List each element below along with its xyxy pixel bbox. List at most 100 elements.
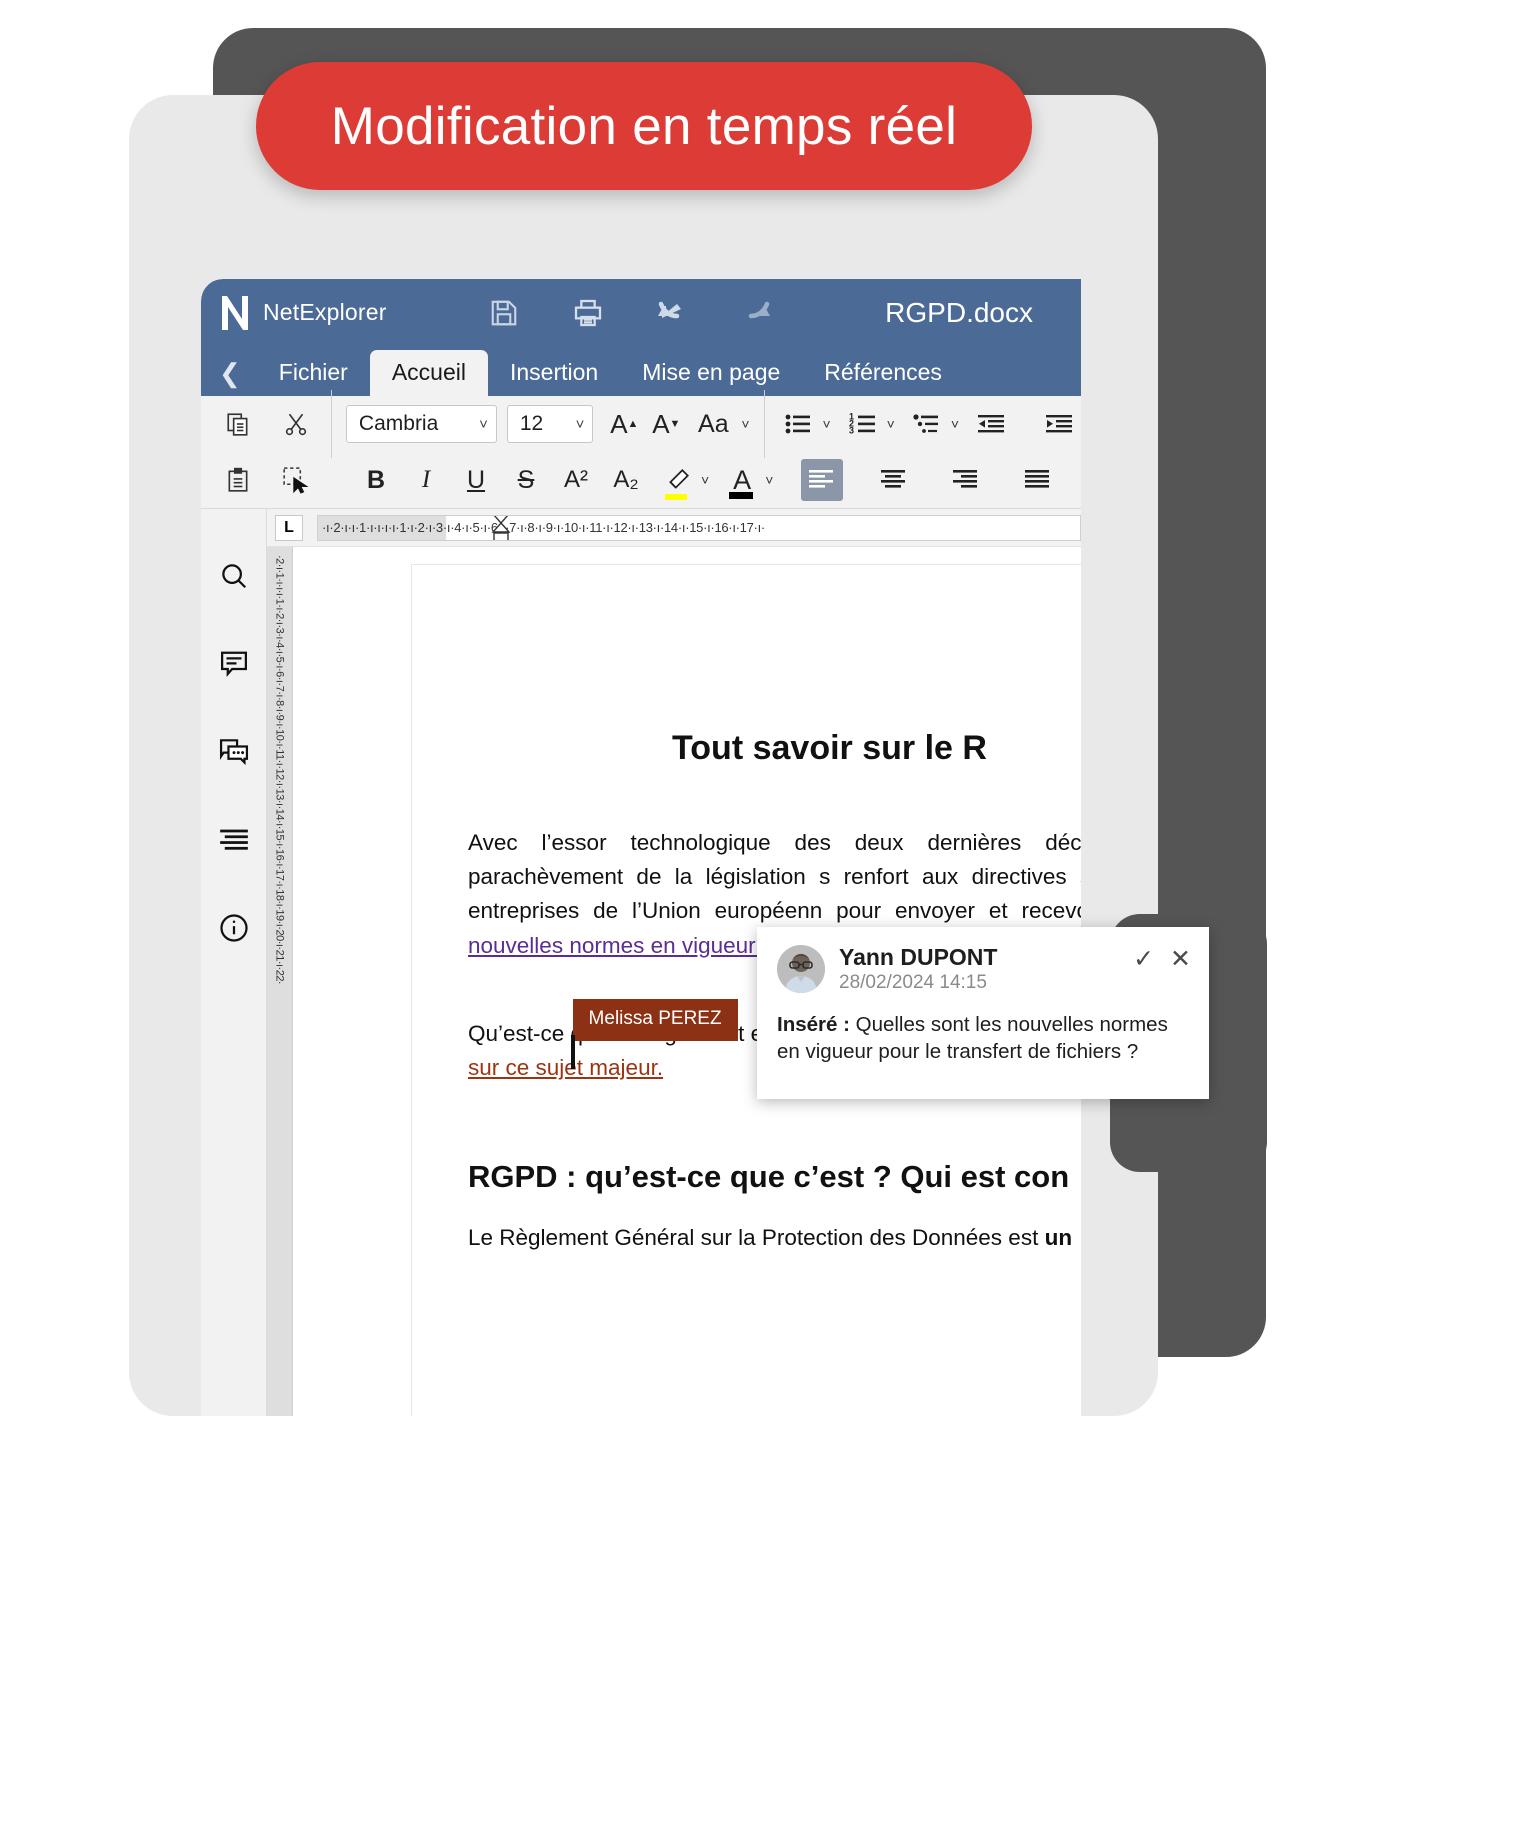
chevron-down-icon: ˅: [479, 415, 488, 433]
align-left-button[interactable]: [801, 459, 844, 501]
screenshot-root: Modification en temps réel NetExplorer R…: [0, 0, 1513, 1846]
ribbon-row-top: Cambria ˅ 12 ˅ A ▲ A ▼ Aa ˅ ˅ 1 2 3 ˅ ˅: [201, 390, 1081, 458]
tab-insertion[interactable]: Insertion: [488, 350, 620, 396]
deleted-text-run: sur ce sujet majeur.: [468, 1054, 664, 1080]
comment-body-label: Inséré :: [777, 1012, 850, 1036]
feature-badge: Modification en temps réel: [256, 62, 1032, 190]
document-paragraph-3: Le Règlement Général sur la Protection d…: [468, 1225, 1081, 1251]
left-sidebar: [201, 509, 267, 1416]
ribbon-divider: [763, 390, 765, 458]
justify-button[interactable]: [1017, 459, 1059, 501]
change-case-icon[interactable]: Aa: [687, 403, 739, 445]
font-family-value: Cambria: [358, 412, 439, 435]
grow-font-label: A: [610, 409, 628, 439]
netexplorer-logo-icon: [219, 294, 251, 332]
text-lines-icon[interactable]: [215, 821, 253, 859]
comment-popup: Yann DUPONT 28/02/2024 14:15 ✓ ✕ Inséré …: [757, 927, 1209, 1099]
format-painter-icon[interactable]: [275, 459, 317, 501]
avatar: [777, 945, 825, 993]
app-name: NetExplorer: [263, 299, 387, 325]
increase-indent-icon[interactable]: [1039, 403, 1081, 445]
change-case-label: Aa: [698, 409, 729, 438]
numbered-list-icon[interactable]: 1 2 3: [843, 403, 885, 445]
print-icon[interactable]: [571, 296, 605, 330]
ribbon-row-bottom: B I U S A² A₂ ˅ A ˅: [201, 452, 1081, 508]
cut-icon[interactable]: [275, 403, 317, 445]
indent-marker-icon[interactable]: [490, 515, 512, 540]
comment-actions: ✓ ✕: [1133, 945, 1191, 972]
bullet-list-icon[interactable]: [778, 403, 820, 445]
align-right-button[interactable]: [945, 459, 987, 501]
vertical-ruler: ·2·ı·1·ı·ı·ı·1·ı·2·ı·3·ı·4·ı·5·ı·6·ı·7·ı…: [267, 547, 293, 1416]
strikethrough-label: S: [517, 465, 535, 494]
close-icon[interactable]: ✕: [1170, 947, 1191, 972]
tab-accueil[interactable]: Accueil: [369, 350, 488, 396]
multilevel-list-icon[interactable]: [907, 403, 949, 445]
undo-icon[interactable]: [655, 296, 689, 330]
font-color-icon[interactable]: A: [721, 459, 763, 501]
check-icon[interactable]: ✓: [1133, 947, 1154, 972]
font-family-select[interactable]: Cambria ˅: [345, 405, 497, 443]
page-left-gutter: [293, 547, 412, 1416]
tab-mise-en-page[interactable]: Mise en page: [620, 350, 802, 396]
tab-references[interactable]: Références: [802, 350, 964, 396]
document-filename: RGPD.docx: [885, 296, 1033, 328]
superscript-button[interactable]: A²: [555, 459, 597, 501]
chevron-down-icon: ˅: [575, 415, 585, 433]
tab-fichier[interactable]: Fichier: [257, 350, 370, 396]
formatting-ribbon: Cambria ˅ 12 ˅ A ▲ A ▼ Aa ˅ ˅ 1 2 3 ˅ ˅ …: [201, 390, 1081, 509]
strikethrough-button[interactable]: S: [505, 459, 547, 501]
collaborator-name-label: Melissa PEREZ: [572, 998, 738, 1041]
svg-text:3: 3: [849, 426, 854, 436]
ruler-tick-labels: ·ı·2·ı·ı·1·ı·ı·ı·ı·1·ı·2·ı·3·ı·4·ı·5·ı·6…: [322, 520, 765, 535]
quick-access-toolbar: [487, 296, 773, 330]
redo-icon[interactable]: [739, 296, 773, 330]
underline-button[interactable]: U: [455, 459, 497, 501]
italic-button[interactable]: I: [405, 459, 447, 501]
save-icon[interactable]: [487, 296, 521, 330]
window-titlebar: NetExplorer RGPD.docx: [201, 279, 1081, 346]
chevron-down-icon[interactable]: ˅: [765, 472, 773, 488]
ruler-strip[interactable]: ·ı·2·ı·ı·1·ı·ı·ı·ı·1·ı·2·ı·3·ı·4·ı·5·ı·6…: [317, 514, 1081, 541]
paste-icon[interactable]: [217, 459, 259, 501]
chevron-down-icon[interactable]: ˅: [701, 472, 709, 488]
comment-icon[interactable]: [215, 645, 253, 683]
subscript-button[interactable]: A₂: [605, 459, 647, 501]
inserted-text-run: nouvelles normes en vigueur pou: [468, 932, 800, 958]
copy-icon[interactable]: [217, 403, 259, 445]
superscript-label: A²: [564, 466, 588, 493]
subscript-label: A₂: [613, 466, 639, 493]
paragraph-1-text: Avec l’essor technologique des deux dern…: [468, 830, 1081, 924]
comment-body: Inséré : Quelles sont les nouvelles norm…: [777, 1011, 1191, 1065]
tab-stop-selector[interactable]: L: [275, 514, 303, 541]
chevron-down-icon[interactable]: ˅: [887, 416, 895, 432]
info-icon[interactable]: [215, 909, 253, 947]
align-center-button[interactable]: [873, 459, 915, 501]
document-heading-1: Tout savoir sur le R: [672, 729, 987, 767]
comment-author: Yann DUPONT: [839, 944, 998, 970]
chevron-down-icon[interactable]: ˅: [822, 416, 830, 432]
font-size-select[interactable]: 12 ˅: [506, 405, 594, 443]
chevron-down-icon[interactable]: ˅: [741, 416, 749, 432]
paragraph-3-bold: un: [1044, 1225, 1073, 1251]
bold-button[interactable]: B: [355, 459, 397, 501]
shrink-font-icon[interactable]: A ▼: [645, 403, 687, 445]
highlight-color-icon[interactable]: [657, 459, 699, 501]
decrease-indent-icon[interactable]: [971, 403, 1013, 445]
back-chevron-icon[interactable]: ❮: [211, 360, 257, 396]
comment-timestamp: 28/02/2024 14:15: [839, 971, 987, 993]
vertical-ruler-ticks: ·2·ı·1·ı·ı·ı·1·ı·2·ı·3·ı·4·ı·5·ı·6·ı·7·ı…: [273, 555, 286, 985]
chevron-down-icon[interactable]: ˅: [951, 416, 959, 432]
document-heading-2: RGPD : qu’est-ce que c’est ? Qui est con: [468, 1159, 1070, 1195]
search-icon[interactable]: [215, 557, 253, 595]
ribbon-tabbar: ❮ Fichier Accueil Insertion Mise en page…: [201, 346, 1081, 396]
comment-author-block: Yann DUPONT 28/02/2024 14:15: [839, 944, 998, 995]
underline-label: U: [466, 465, 486, 494]
chat-icon[interactable]: [215, 733, 253, 771]
feature-badge-label: Modification en temps réel: [330, 96, 958, 156]
paragraph-2-prefix: Qu’est-ce: [468, 1020, 571, 1046]
grow-font-icon[interactable]: A ▲: [603, 403, 645, 445]
document-editor-window: NetExplorer RGPD.docx ❮ Fichier Accueil …: [201, 279, 1081, 1416]
shrink-font-label: A: [652, 409, 670, 439]
paragraph-3-text: Le Règlement Général sur la Protection d…: [468, 1225, 1045, 1251]
